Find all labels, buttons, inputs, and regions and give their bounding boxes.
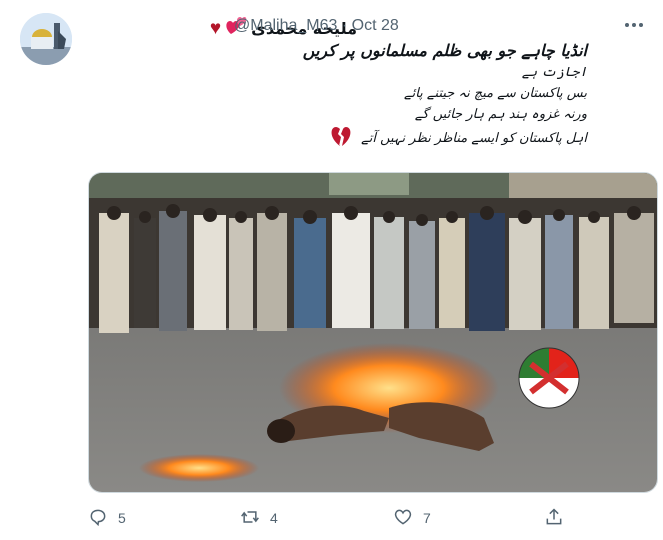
heart-icon: ♥ bbox=[209, 17, 222, 39]
avatar[interactable] bbox=[20, 13, 72, 65]
timestamp[interactable]: Oct 28 bbox=[352, 17, 399, 34]
tweet-text-line-last: اہل پاکستان کو ایسے مناظر نظر نہیں آتے bbox=[207, 125, 587, 149]
tweet-text: انڈیا چاہے جو بھی ظلم مسلمانوں پر کریں ا… bbox=[207, 40, 587, 149]
tweet-text-line: اجازت ہے bbox=[521, 65, 587, 80]
tweet-text-title: انڈیا چاہے جو بھی ظلم مسلمانوں پر کریں bbox=[302, 41, 587, 60]
like-button[interactable]: 7 bbox=[393, 505, 431, 531]
share-icon bbox=[544, 507, 564, 530]
photo-image bbox=[89, 173, 657, 492]
avatar-image bbox=[20, 13, 72, 65]
reply-count: 5 bbox=[118, 510, 126, 526]
like-count: 7 bbox=[423, 510, 431, 526]
tweet-header: ♥ ملیحه محمدی @Maliha_M63 · Oct 28 bbox=[88, 14, 613, 40]
tweet-actions: 5 4 7 bbox=[88, 505, 568, 531]
reply-icon bbox=[88, 507, 108, 530]
handle[interactable]: @Maliha_M63 bbox=[234, 17, 337, 34]
tweet-text-line: اہل پاکستان کو ایسے مناظر نظر نہیں آتے bbox=[361, 131, 587, 146]
retweet-count: 4 bbox=[270, 510, 278, 526]
reply-button[interactable]: 5 bbox=[88, 505, 126, 531]
share-button[interactable] bbox=[544, 505, 564, 531]
more-icon[interactable] bbox=[619, 14, 649, 36]
separator: · bbox=[341, 17, 348, 34]
handle-line: @Maliha_M63 · Oct 28 bbox=[234, 17, 399, 35]
broken-heart-icon bbox=[329, 126, 353, 147]
retweet-button[interactable]: 4 bbox=[240, 505, 278, 531]
like-icon bbox=[393, 507, 413, 530]
tweet-media-photo[interactable] bbox=[88, 172, 658, 493]
tweet[interactable]: ♥ ملیحه محمدی @Maliha_M63 · Oct 28 انڈیا… bbox=[0, 0, 663, 540]
tweet-text-line: ورنہ غزوہ ہند ہم ہار جائیں گے bbox=[414, 107, 587, 122]
retweet-icon bbox=[240, 507, 260, 530]
tweet-text-line: بس پاکستان سے میچ نہ جیتنے پائے bbox=[403, 86, 587, 101]
